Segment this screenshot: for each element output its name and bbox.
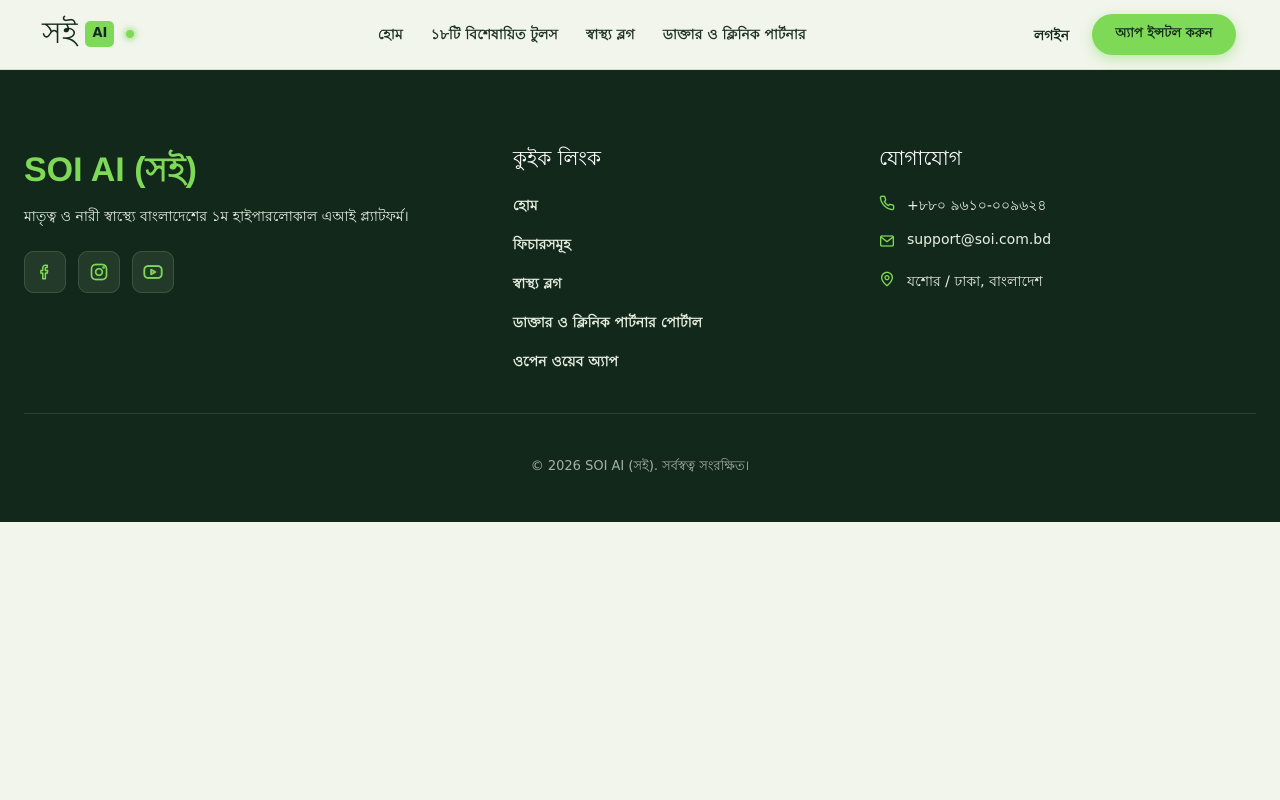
instagram-button[interactable] — [78, 251, 120, 293]
contact-address: যশোর / ঢাকা, বাংলাদেশ — [879, 270, 1051, 308]
contact-email-text: support@soi.com.bd — [907, 232, 1052, 248]
quick-link-health-blog[interactable]: স্বাস্থ্য ব্লগ — [513, 272, 702, 311]
nav-link-tools[interactable]: ১৮টি বিশেষায়িত টুলস — [431, 23, 558, 47]
quick-link-home[interactable]: হোম — [513, 194, 702, 233]
quick-links-heading: কুইক লিংক — [513, 146, 601, 170]
contact-address-text: যশোর / ঢাকা, বাংলাদেশ — [907, 274, 1043, 290]
social-links — [24, 251, 174, 293]
logo-ai-badge: AI — [85, 21, 115, 47]
footer-brand-description: মাতৃত্ব ও নারী স্বাস্থ্যে বাংলাদেশের ১ম … — [24, 209, 409, 225]
youtube-button[interactable] — [132, 251, 174, 293]
phone-icon — [879, 195, 895, 211]
facebook-icon — [40, 264, 49, 280]
copyright-text: © 2026 SOI AI (সই). সর্বস্বত্ব সংরক্ষিত। — [530, 459, 750, 474]
youtube-icon — [143, 265, 163, 279]
contact-phone[interactable]: +৮৮০ ৯৬১০-০০৯৬২৪ — [879, 194, 1051, 232]
contact-phone-text: +৮৮০ ৯৬১০-০০৯৬২৪ — [907, 198, 1047, 214]
quick-link-partner-portal[interactable]: ডাক্তার ও ক্লিনিক পার্টনার পোর্টাল — [513, 311, 702, 350]
main-nav: হোম ১৮টি বিশেষায়িত টুলস স্বাস্থ্য ব্লগ … — [378, 0, 806, 70]
quick-links-list: হোম ফিচারসমূহ স্বাস্থ্য ব্লগ ডাক্তার ও ক… — [513, 194, 702, 389]
facebook-button[interactable] — [24, 251, 66, 293]
logo-wordmark: সই — [42, 16, 78, 51]
status-dot-icon — [126, 30, 135, 38]
footer: SOI AI (সই) মাতৃত্ব ও নারী স্বাস্থ্যে বা… — [0, 70, 1280, 522]
logo[interactable]: সই AI — [42, 14, 135, 54]
nav-link-partner[interactable]: ডাক্তার ও ক্লিনিক পার্টনার — [663, 23, 806, 47]
instagram-icon — [90, 263, 108, 281]
footer-divider — [24, 413, 1256, 414]
login-link[interactable]: লগইন — [1034, 24, 1069, 48]
contact-email[interactable]: support@soi.com.bd — [879, 232, 1051, 270]
navbar: সই AI হোম ১৮টি বিশেষায়িত টুলস স্বাস্থ্য… — [0, 0, 1280, 70]
location-pin-icon — [881, 271, 893, 287]
quick-link-features[interactable]: ফিচারসমূহ — [513, 233, 702, 272]
footer-brand-title: SOI AI (সই) — [24, 151, 197, 189]
nav-link-home[interactable]: হোম — [378, 23, 403, 47]
nav-link-health-blog[interactable]: স্বাস্থ্য ব্লগ — [586, 23, 635, 47]
quick-link-open-web-app[interactable]: ওপেন ওয়েব অ্যাপ — [513, 350, 702, 389]
install-app-button[interactable]: অ্যাপ ইন্সটল করুন — [1092, 14, 1236, 55]
mail-icon — [880, 235, 894, 247]
contact-heading: যোগাযোগ — [879, 146, 962, 170]
contact-list: +৮৮০ ৯৬১০-০০৯৬২৪ support@soi.com.bd যশোর… — [879, 194, 1051, 308]
